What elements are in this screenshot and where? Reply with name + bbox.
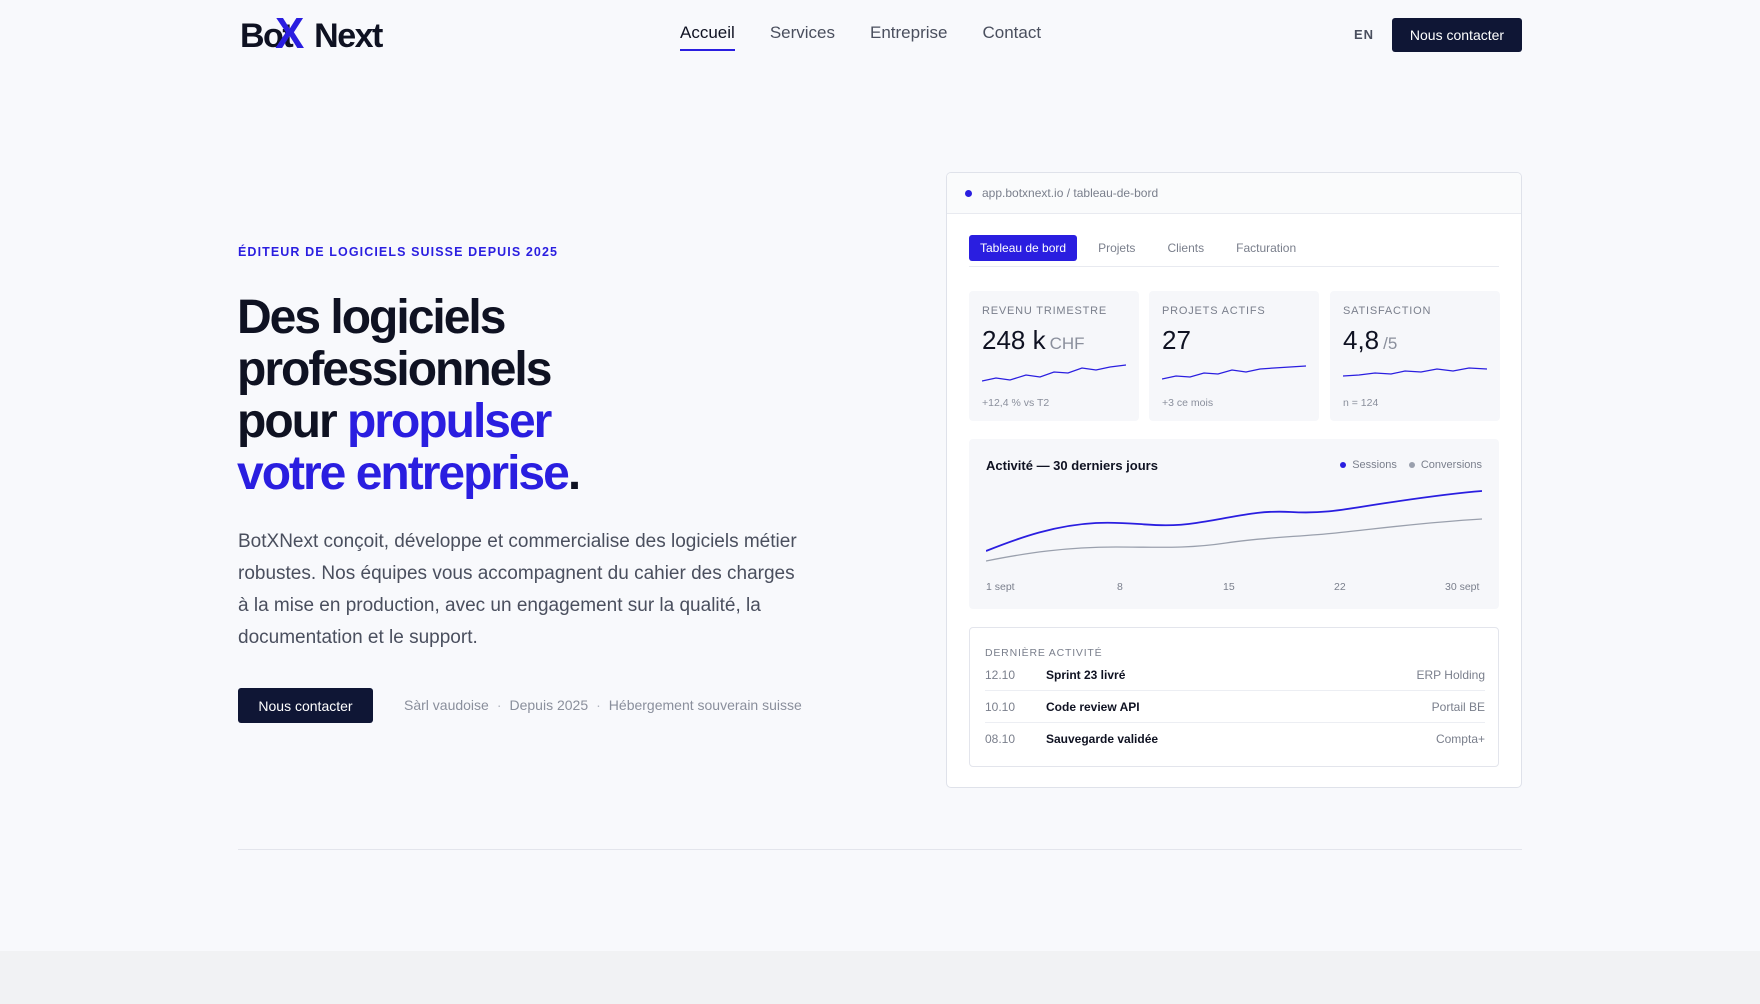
kpi-sparkline	[1343, 367, 1487, 377]
hero-title: Des logiciels professionnels pour propul…	[237, 291, 581, 500]
activity-line-chart	[986, 490, 1482, 562]
kpi-card-projects: PROJETS ACTIFS 27 +3 ce mois	[1149, 291, 1319, 421]
kpi-card-satisfaction: SATISFACTION 4,8/5 n = 124	[1330, 291, 1500, 421]
kpi-footnote: +12,4 % vs T2	[982, 397, 1050, 409]
row-date: 12.10	[985, 667, 1016, 682]
legend-sessions: Sessions	[1340, 459, 1397, 471]
list-item[interactable]: 12.10 Sprint 23 livré ERP Holding	[985, 659, 1485, 691]
row-name: Sauvegarde validée	[1046, 732, 1159, 746]
row-name: Code review API	[1046, 699, 1140, 714]
header-contact-button[interactable]: Nous contacter	[1392, 18, 1522, 52]
list-item[interactable]: 10.10 Code review API Portail BE	[985, 691, 1485, 723]
x-tick: 8	[1117, 581, 1123, 593]
logo-wordmark: Bot Next	[240, 17, 383, 55]
kpi-footnote: n = 124	[1343, 397, 1379, 409]
row-name: Sprint 23 livré	[1046, 667, 1126, 682]
logo-x-mark: X	[275, 9, 305, 58]
series-conversions-line	[986, 518, 1482, 562]
hero-contact-button[interactable]: Nous contacter	[238, 688, 373, 723]
activity-chart-card: Activité — 30 derniers jours Sessions Co…	[969, 439, 1499, 609]
row-date: 08.10	[985, 732, 1016, 746]
language-switch[interactable]: EN	[1354, 27, 1374, 42]
meta-separator: ·	[496, 697, 502, 713]
x-tick: 30 sept	[1445, 581, 1480, 593]
next-section-band	[0, 951, 1760, 1004]
meta-since: Depuis 2025	[509, 697, 589, 713]
row-date: 10.10	[985, 699, 1016, 714]
recent-activity-card: DERNIÈRE ACTIVITÉ 12.10 Sprint 23 livré …	[969, 627, 1499, 767]
row-client: ERP Holding	[1416, 667, 1485, 682]
dashboard-preview: app.botxnext.io / tableau-de-bord Tablea…	[946, 172, 1522, 788]
meta-separator: ·	[596, 697, 601, 713]
kpi-label: SATISFACTION	[1343, 305, 1432, 317]
main-nav: Accueil Services Entreprise Contact	[680, 22, 1041, 51]
meta-legal-form: Sàrl vaudoise	[404, 697, 489, 713]
kpi-value: 27	[1162, 325, 1191, 355]
tab-tableau-de-bord[interactable]: Tableau de bord	[969, 235, 1078, 261]
kpi-label: PROJETS ACTIFS	[1162, 305, 1266, 317]
section-divider	[238, 849, 1522, 850]
kpi-sparkline	[1162, 365, 1306, 380]
kpi-value: 248 k CHF	[982, 325, 1085, 355]
brand-logo[interactable]: Bot Next X	[240, 12, 383, 56]
legend-conversions: Conversions	[1408, 459, 1482, 471]
row-client: Compta+	[1435, 732, 1485, 746]
recent-activity-label: DERNIÈRE ACTIVITÉ	[985, 647, 1103, 659]
url-text: app.botxnext.io / tableau-de-bord	[982, 186, 1159, 200]
nav-item-services[interactable]: Services	[770, 22, 835, 51]
browser-url-bar: app.botxnext.io / tableau-de-bord	[947, 173, 1521, 214]
nav-item-accueil[interactable]: Accueil	[680, 22, 735, 51]
tab-projets[interactable]: Projets	[1087, 235, 1146, 261]
activity-title: Activité — 30 derniers jours	[986, 458, 1158, 473]
list-item[interactable]: 08.10 Sauvegarde validée Compta+	[985, 723, 1485, 755]
row-client: Portail BE	[1431, 699, 1485, 714]
hero-description: BotXNext conçoit, développe et commercia…	[238, 531, 797, 648]
hero-eyebrow: ÉDITEUR DE LOGICIELS SUISSE DEPUIS 2025	[238, 245, 559, 259]
dashboard-tabs: Tableau de bord Projets Clients Facturat…	[969, 235, 1499, 267]
kpi-card-revenue: REVENU TRIMESTRE 248 k CHF +12,4 % vs T2	[969, 291, 1139, 421]
chart-legend: Sessions Conversions	[1340, 459, 1482, 471]
nav-item-contact[interactable]: Contact	[982, 22, 1041, 51]
kpi-footnote: +3 ce mois	[1162, 397, 1214, 409]
kpi-sparkline	[982, 364, 1126, 382]
status-dot-icon	[965, 189, 972, 197]
kpi-label: REVENU TRIMESTRE	[982, 305, 1108, 317]
nav-item-entreprise[interactable]: Entreprise	[870, 22, 947, 51]
tab-clients[interactable]: Clients	[1156, 235, 1215, 261]
x-tick: 1 sept	[986, 581, 1015, 593]
tab-facturation[interactable]: Facturation	[1225, 235, 1307, 261]
hero-meta: Sàrl vaudoise · Depuis 2025 · Hébergemen…	[404, 697, 802, 713]
meta-hosting: Hébergement souverain suisse	[608, 697, 802, 713]
kpi-value: 4,8/5	[1343, 325, 1398, 355]
x-tick: 15	[1223, 581, 1235, 593]
x-tick: 22	[1334, 581, 1346, 593]
